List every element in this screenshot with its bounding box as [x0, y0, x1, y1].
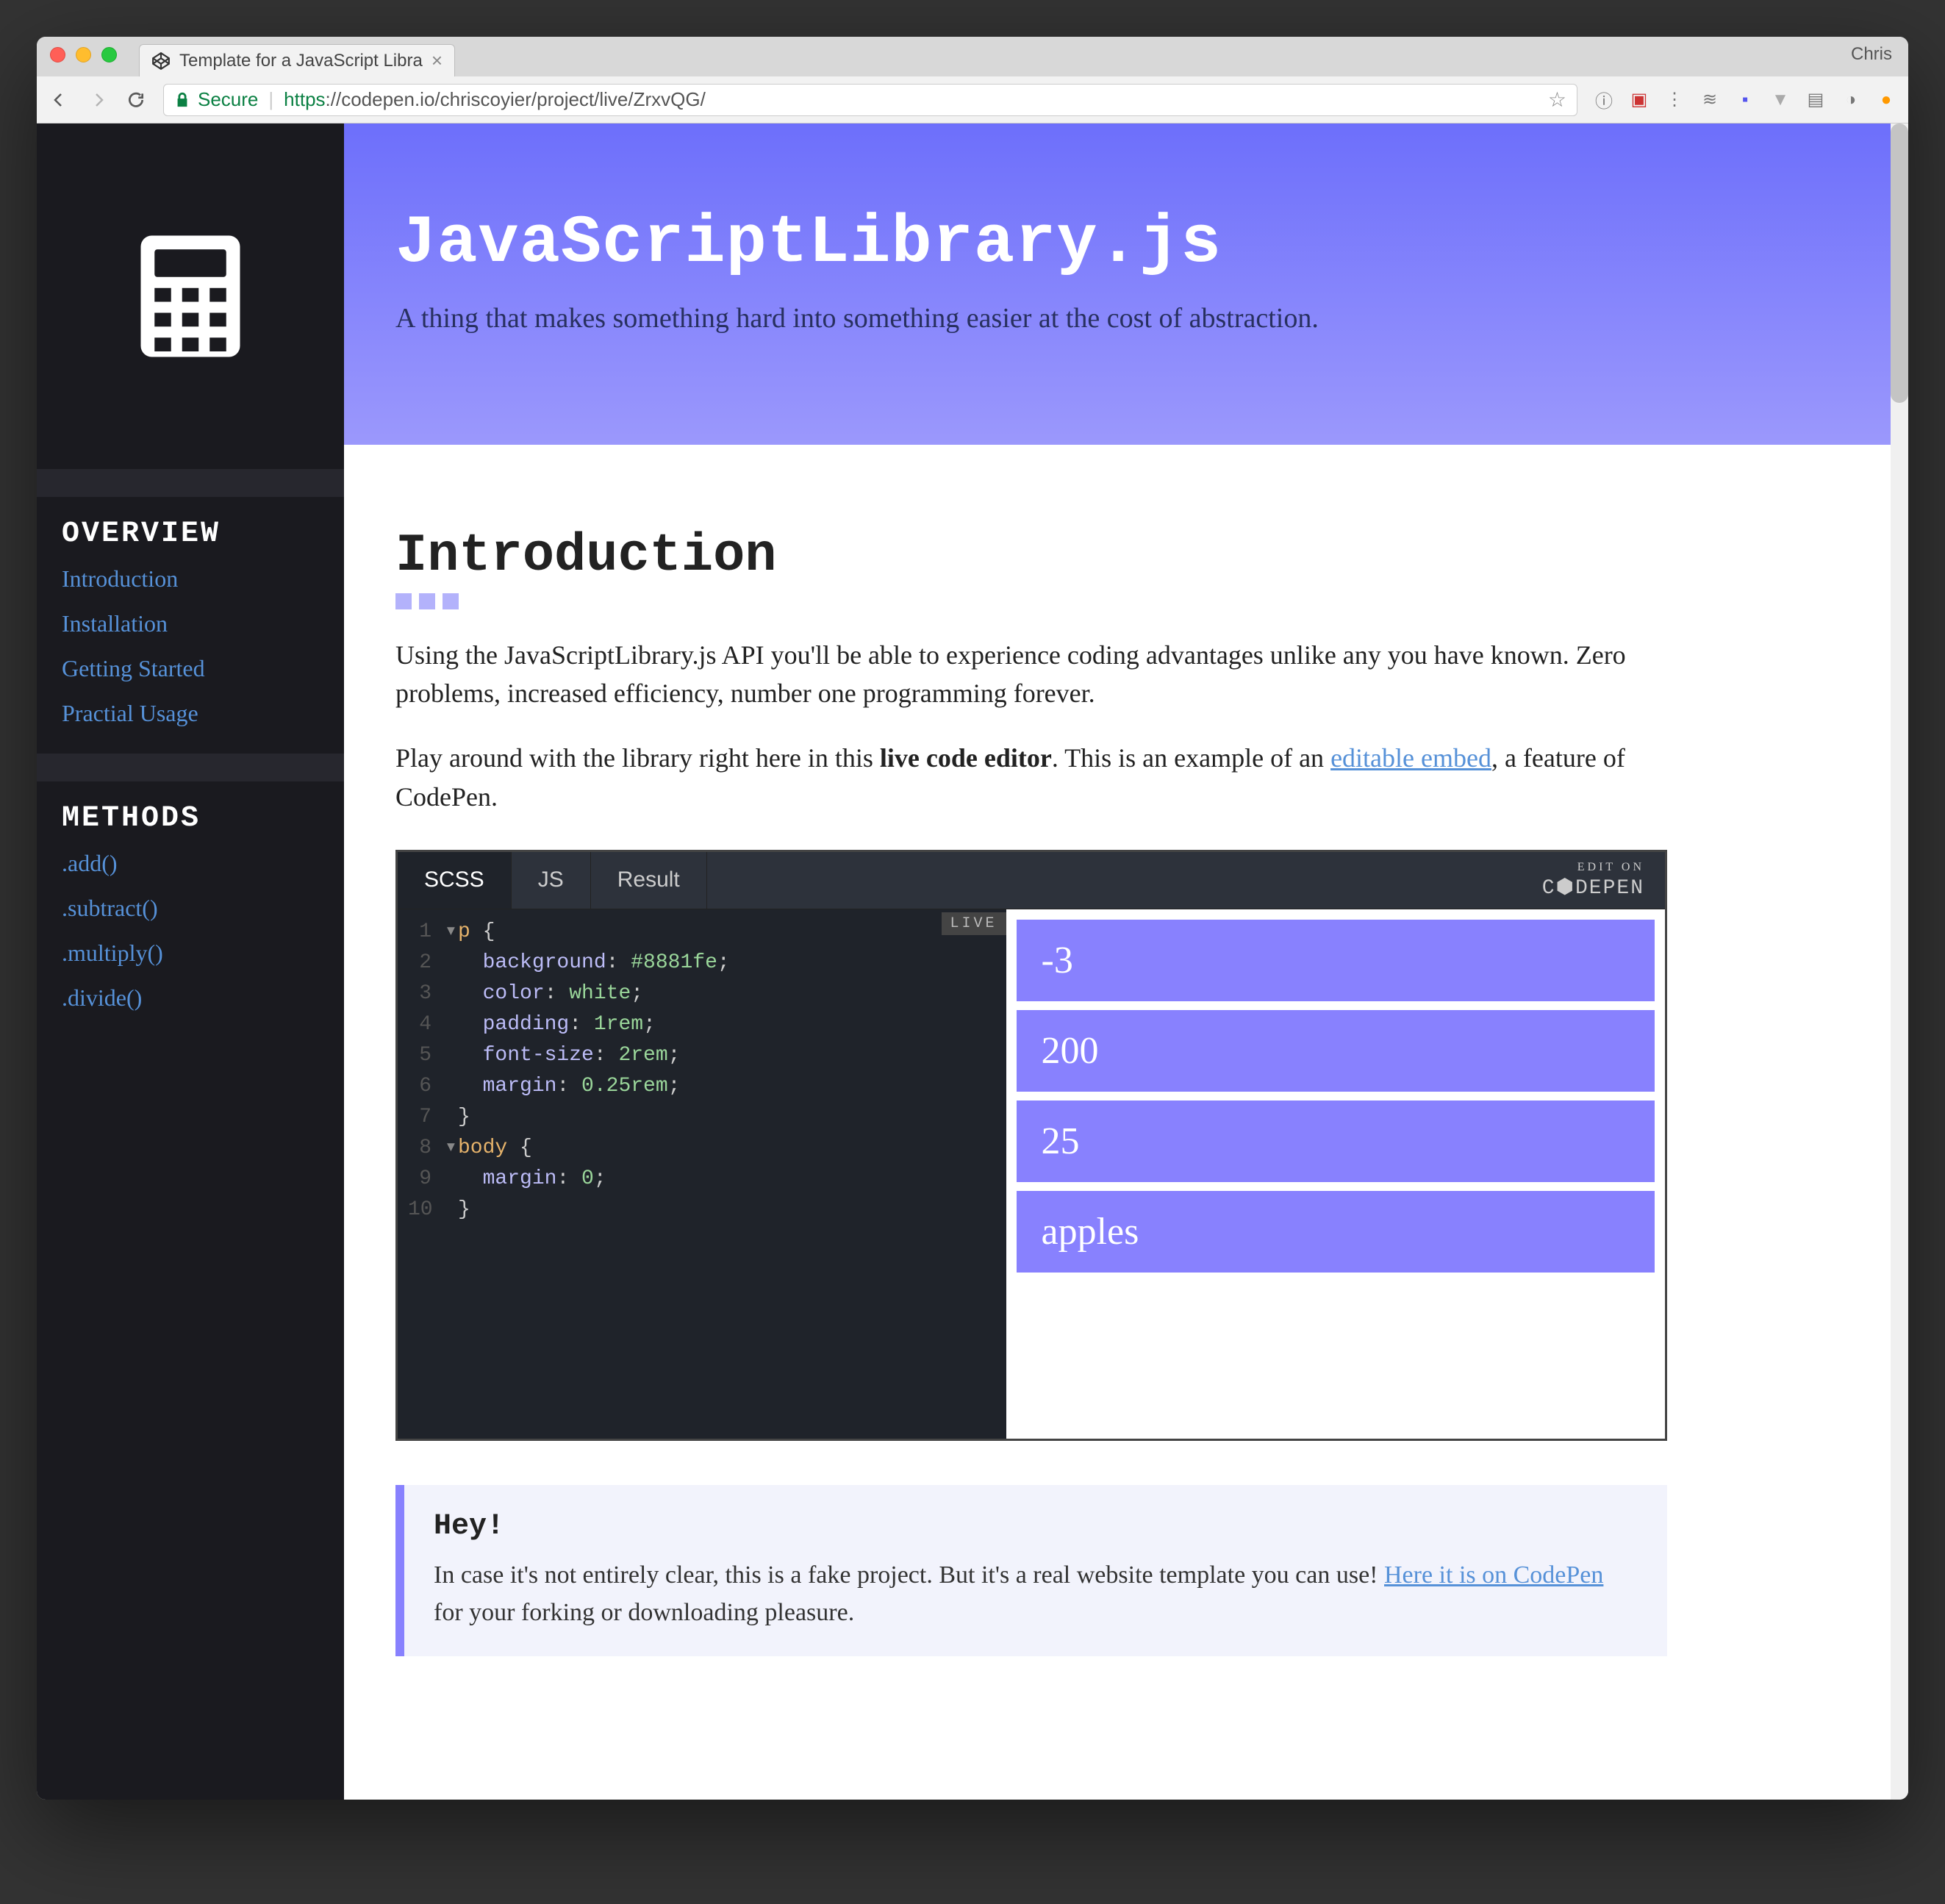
reload-button[interactable]: [125, 89, 147, 111]
intro-section: Introduction Using the JavaScriptLibrary…: [344, 445, 1741, 1700]
calculator-icon: [135, 230, 246, 362]
extension-icon-3[interactable]: ▤: [1805, 90, 1826, 110]
hero-title: JavaScriptLibrary.js: [395, 204, 1839, 282]
address-bar[interactable]: Secure | https://codepen.io/chriscoyier/…: [163, 84, 1577, 116]
code-editor[interactable]: LIVE 1▾p {2 background: #8881fe;3 color:…: [398, 909, 1006, 1439]
code-line[interactable]: 9 margin: 0;: [398, 1164, 1006, 1195]
minimize-window-button[interactable]: [76, 47, 91, 62]
info-callout: Hey! In case it's not entirely clear, th…: [395, 1485, 1667, 1656]
intro-paragraph-1: Using the JavaScriptLibrary.js API you'l…: [395, 636, 1667, 712]
sidebar-divider: [37, 754, 344, 781]
code-line[interactable]: 3 color: white;: [398, 978, 1006, 1009]
code-line[interactable]: 2 background: #8881fe;: [398, 948, 1006, 978]
nav-method-subtract[interactable]: .subtract(): [62, 895, 319, 922]
result-preview: -3 200 25 apples: [1006, 909, 1665, 1439]
methods-nav: .add() .subtract() .multiply() .divide(): [37, 850, 344, 1038]
vue-extension-icon[interactable]: ▼: [1770, 90, 1791, 110]
nav-getting-started[interactable]: Getting Started: [62, 655, 319, 682]
nav-introduction[interactable]: Introduction: [62, 565, 319, 593]
browser-window: Template for a JavaScript Libra × Chris …: [37, 37, 1908, 1800]
preview-value: -3: [1017, 920, 1655, 1001]
forward-button[interactable]: [87, 89, 109, 111]
maximize-window-button[interactable]: [101, 47, 117, 62]
nav-method-add[interactable]: .add(): [62, 850, 319, 877]
window-controls: [50, 47, 117, 67]
browser-tabbar: Template for a JavaScript Libra × Chris: [37, 37, 1908, 76]
extension-icon-2[interactable]: ▪: [1735, 90, 1755, 110]
sidebar-divider: [37, 469, 344, 497]
editable-embed-link[interactable]: editable embed: [1330, 743, 1491, 773]
scrollbar[interactable]: [1891, 124, 1908, 1800]
back-button[interactable]: [49, 89, 71, 111]
embed-body: LIVE 1▾p {2 background: #8881fe;3 color:…: [398, 909, 1665, 1439]
bookmark-star-icon[interactable]: ☆: [1548, 87, 1566, 112]
buffer-extension-icon[interactable]: ≋: [1699, 90, 1720, 110]
extension-icon[interactable]: ⋮: [1664, 90, 1685, 110]
tab-title: Template for a JavaScript Libra: [179, 51, 423, 71]
embed-tab-js[interactable]: JS: [512, 852, 591, 909]
intro-paragraph-2: Play around with the library right here …: [395, 739, 1667, 815]
extension-icon-4[interactable]: ◑: [1841, 90, 1861, 110]
embed-tab-result[interactable]: Result: [591, 852, 707, 909]
code-line[interactable]: 4 padding: 1rem;: [398, 1009, 1006, 1040]
app-body: OVERVIEW Introduction Installation Getti…: [37, 124, 1908, 1800]
codepen-icon: [151, 51, 171, 71]
profile-name[interactable]: Chris: [1851, 44, 1892, 65]
codepen-embed: SCSS JS Result EDIT ON C⬢DEPEN LIVE 1▾p …: [395, 850, 1667, 1441]
url-text: https://codepen.io/chriscoyier/project/l…: [284, 88, 706, 111]
nav-installation[interactable]: Installation: [62, 610, 319, 637]
heading-decoration: [395, 593, 1667, 609]
info-extension-icon[interactable]: ⓘ: [1594, 90, 1614, 110]
callout-text: In case it's not entirely clear, this is…: [434, 1556, 1638, 1631]
preview-value: 25: [1017, 1100, 1655, 1182]
nav-method-divide[interactable]: .divide(): [62, 984, 319, 1012]
code-line[interactable]: 7}: [398, 1102, 1006, 1133]
sidebar-heading-methods: METHODS: [37, 781, 344, 850]
nav-practical-usage[interactable]: Practial Usage: [62, 700, 319, 727]
code-line[interactable]: 10}: [398, 1195, 1006, 1225]
codepen-link[interactable]: Here it is on CodePen: [1384, 1561, 1603, 1589]
main-content: JavaScriptLibrary.js A thing that makes …: [344, 124, 1891, 1800]
overview-nav: Introduction Installation Getting Starte…: [37, 565, 344, 754]
embed-tab-scss[interactable]: SCSS: [398, 852, 512, 909]
sidebar-heading-overview: OVERVIEW: [37, 497, 344, 565]
hero-subtitle: A thing that makes something hard into s…: [395, 302, 1839, 334]
close-window-button[interactable]: [50, 47, 65, 62]
intro-heading: Introduction: [395, 526, 1667, 586]
code-line[interactable]: 5 font-size: 2rem;: [398, 1040, 1006, 1071]
code-line[interactable]: 8▾body {: [398, 1133, 1006, 1164]
browser-toolbar: Secure | https://codepen.io/chriscoyier/…: [37, 76, 1908, 124]
nav-method-multiply[interactable]: .multiply(): [62, 940, 319, 967]
code-line[interactable]: 1▾p {: [398, 917, 1006, 948]
browser-tab[interactable]: Template for a JavaScript Libra ×: [139, 44, 455, 76]
preview-value: 200: [1017, 1010, 1655, 1092]
preview-value: apples: [1017, 1191, 1655, 1273]
edit-on-codepen-link[interactable]: EDIT ON C⬢DEPEN: [1542, 861, 1665, 900]
code-line[interactable]: 6 margin: 0.25rem;: [398, 1071, 1006, 1102]
live-badge: LIVE: [942, 912, 1006, 935]
scrollbar-thumb[interactable]: [1891, 124, 1908, 403]
lock-icon: [174, 92, 190, 108]
embed-tabbar: SCSS JS Result EDIT ON C⬢DEPEN: [398, 852, 1665, 909]
close-tab-icon[interactable]: ×: [431, 49, 443, 72]
adblock-extension-icon[interactable]: ▣: [1629, 90, 1650, 110]
extensions-area: ⓘ ▣ ⋮ ≋ ▪ ▼ ▤ ◑ ●: [1594, 90, 1896, 110]
secure-label: Secure: [198, 88, 258, 111]
hero: JavaScriptLibrary.js A thing that makes …: [344, 124, 1891, 445]
logo-area: [37, 124, 344, 469]
sidebar: OVERVIEW Introduction Installation Getti…: [37, 124, 344, 1800]
extension-icon-5[interactable]: ●: [1876, 90, 1896, 110]
callout-heading: Hey!: [434, 1510, 1638, 1543]
